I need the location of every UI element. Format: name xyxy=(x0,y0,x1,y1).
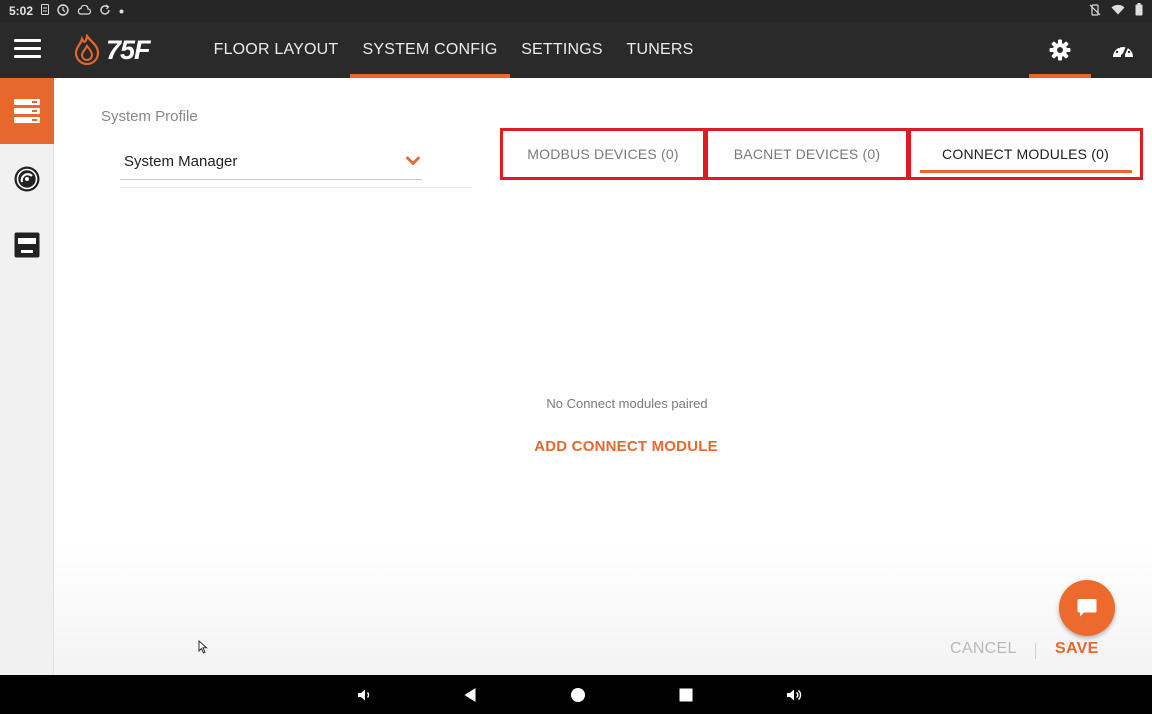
sidebar-item-system[interactable] xyxy=(0,78,54,144)
clock-icon xyxy=(57,3,69,19)
app-bar: 75F FLOOR LAYOUT SYSTEM CONFIG SETTINGS … xyxy=(0,22,1152,78)
nav-tab-system-config[interactable]: SYSTEM CONFIG xyxy=(350,22,510,78)
notification-dot-icon xyxy=(119,5,124,17)
profile-divider xyxy=(120,187,472,188)
system-profile-dropdown[interactable]: System Manager xyxy=(120,144,422,180)
main-content: System Profile System Manager MODBUS DEV… xyxy=(54,78,1152,675)
dashboard-button[interactable] xyxy=(1092,22,1152,78)
rtu-unit-icon xyxy=(14,232,40,258)
nav-tab-floor-layout[interactable]: FLOOR LAYOUT xyxy=(203,22,349,78)
cloud-icon xyxy=(77,4,92,18)
settings-gear-icon xyxy=(1049,39,1071,61)
nav-tab-tuners[interactable]: TUNERS xyxy=(614,22,706,78)
status-bar: 5:02 xyxy=(0,0,1152,22)
chevron-down-icon xyxy=(406,153,420,171)
status-time: 5:02 xyxy=(9,4,34,18)
battery-icon xyxy=(1135,3,1143,19)
chat-fab-button[interactable] xyxy=(1059,580,1115,636)
tab-bacnet-devices[interactable]: BACNET DEVICES (0) xyxy=(705,128,909,180)
nav-tab-settings[interactable]: SETTINGS xyxy=(512,22,612,78)
add-connect-module-button[interactable]: ADD CONNECT MODULE xyxy=(54,438,1152,455)
system-navigation-bar xyxy=(0,675,1152,714)
chat-bubble-icon xyxy=(1077,599,1097,617)
flame-logo-icon xyxy=(74,34,100,66)
wifi-icon xyxy=(1111,4,1125,18)
active-tab-indicator xyxy=(920,170,1132,173)
muted-vibrate-icon xyxy=(1089,3,1101,19)
system-profile-value: System Manager xyxy=(124,153,238,170)
mouse-cursor-icon xyxy=(198,639,208,659)
brand-name: 75F xyxy=(106,34,151,65)
save-button[interactable]: SAVE xyxy=(1055,640,1099,658)
dial-gauge-icon xyxy=(14,166,40,192)
sidebar-item-rtu[interactable] xyxy=(0,212,54,278)
sidebar-item-dial[interactable] xyxy=(0,146,54,212)
volume-down-icon[interactable] xyxy=(354,685,374,705)
volume-up-icon[interactable] xyxy=(784,685,804,705)
sidebar xyxy=(0,78,54,675)
back-icon[interactable] xyxy=(460,685,480,705)
storage-icon xyxy=(41,4,50,18)
settings-gear-button[interactable] xyxy=(1029,22,1091,78)
sync-icon xyxy=(99,4,111,19)
system-profile-label: System Profile xyxy=(101,108,198,125)
dashboard-gauge-icon xyxy=(1113,45,1133,59)
cancel-button[interactable]: CANCEL xyxy=(950,640,1017,658)
home-icon[interactable] xyxy=(568,685,588,705)
tab-modbus-devices[interactable]: MODBUS DEVICES (0) xyxy=(500,128,706,180)
empty-state-message: No Connect modules paired xyxy=(546,396,708,411)
system-stack-icon xyxy=(14,99,40,123)
menu-icon[interactable] xyxy=(14,39,41,59)
footer-divider xyxy=(1035,643,1036,659)
brand-logo: 75F xyxy=(72,34,151,66)
recents-icon[interactable] xyxy=(676,685,696,705)
